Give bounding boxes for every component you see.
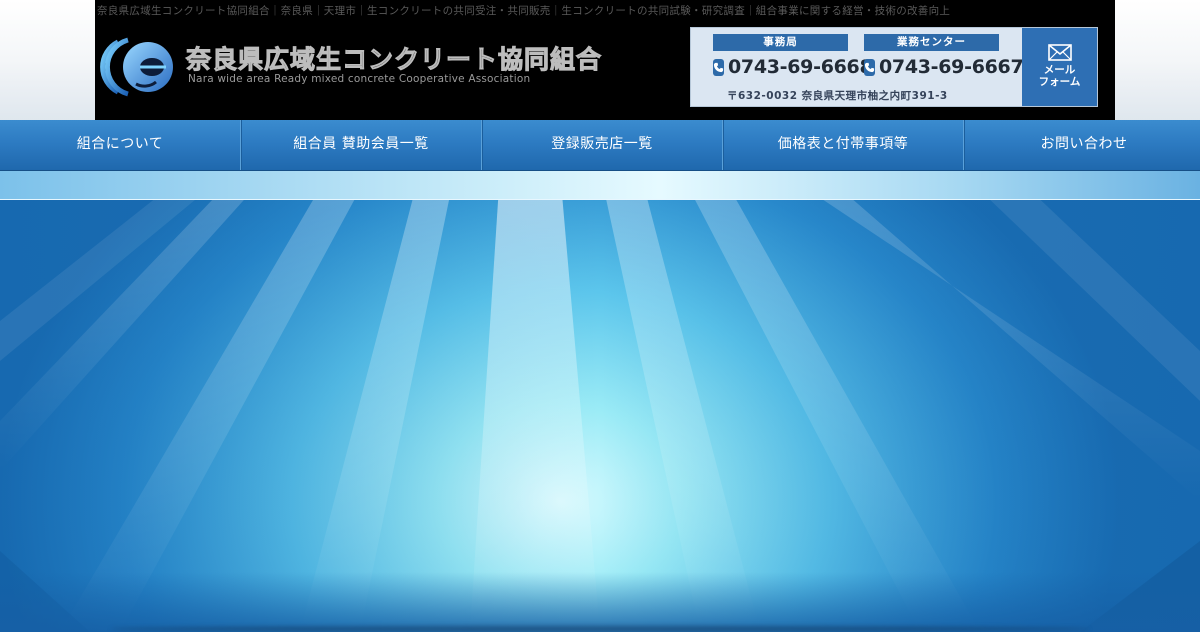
nav-item-prices[interactable]: 価格表と付帯事項等 (722, 120, 963, 170)
contact-box: 事務局 0743-69-6668 業務センター 0743-69-6667 〒63… (690, 27, 1098, 107)
nav-item-label: 組合について (76, 136, 164, 152)
phone-icon (864, 58, 875, 76)
site-header: 奈良県広域生コンクリート協同組合｜奈良県｜天理市｜生コンクリートの共同受注・共同… (95, 0, 1115, 120)
site-tagline: 奈良県広域生コンクリート協同組合｜奈良県｜天理市｜生コンクリートの共同受注・共同… (97, 5, 951, 17)
mail-form-button[interactable]: メール フォーム (1022, 28, 1097, 106)
light-rays (0, 171, 1200, 632)
contact-address: 〒632-0032 奈良県天理市柚之内町391-3 (727, 90, 948, 102)
nav-item-stores[interactable]: 登録販売店一覧 (481, 120, 722, 170)
office-label: 事務局 (713, 34, 848, 51)
mail-form-label: メール フォーム (1038, 64, 1081, 88)
office-phone-link[interactable]: 0743-69-6668 (713, 56, 873, 78)
nav-item-label: 価格表と付帯事項等 (777, 136, 909, 152)
logo-title: 奈良県広域生コンクリート協同組合 (185, 45, 603, 75)
page: 奈良県広域生コンクリート協同組合｜奈良県｜天理市｜生コンクリートの共同受注・共同… (0, 0, 1200, 632)
nav-item-label: お問い合わせ (1040, 136, 1128, 152)
hero-bottom-fade (0, 572, 1200, 632)
phone-icon (713, 58, 724, 76)
nav-item-contact[interactable]: お問い合わせ (963, 120, 1200, 170)
site-logo[interactable]: 奈良県広域生コンクリート協同組合 Nara wide area Ready mi… (100, 36, 603, 98)
hero-top-band (0, 171, 1200, 200)
global-nav: 組合について 組合員 賛助会員一覧 登録販売店一覧 価格表と付帯事項等 お問い合… (0, 120, 1200, 171)
hero-banner (0, 171, 1200, 632)
hero-bottom-shadow (110, 626, 1090, 632)
nav-item-label: 組合員 賛助会員一覧 (293, 136, 429, 152)
center-label: 業務センター (864, 34, 999, 51)
contact-office: 事務局 0743-69-6668 (713, 34, 873, 78)
logo-subtitle: Nara wide area Ready mixed concrete Coop… (188, 73, 531, 85)
nav-item-label: 登録販売店一覧 (551, 136, 653, 152)
logo-mark-icon (100, 37, 173, 97)
contact-center: 業務センター 0743-69-6667 (864, 34, 1024, 78)
office-phone-number: 0743-69-6668 (728, 56, 873, 78)
mail-icon (1047, 44, 1072, 61)
nav-item-about[interactable]: 組合について (0, 120, 240, 170)
center-phone-link[interactable]: 0743-69-6667 (864, 56, 1024, 78)
nav-item-members[interactable]: 組合員 賛助会員一覧 (240, 120, 481, 170)
center-phone-number: 0743-69-6667 (879, 56, 1024, 78)
